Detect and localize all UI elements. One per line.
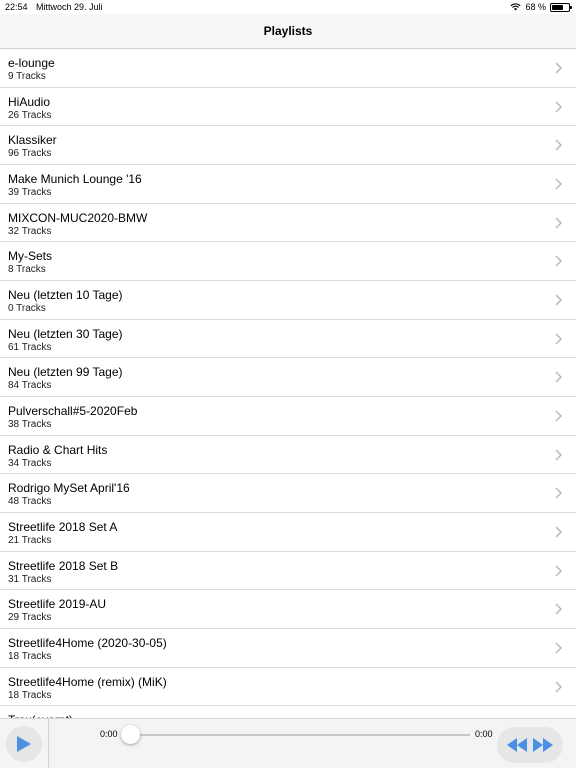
chevron-right-icon bbox=[555, 565, 562, 577]
playlist-track-count: 0 Tracks bbox=[8, 302, 46, 314]
playlist-track-count: 9 Tracks bbox=[8, 71, 46, 82]
playlist-row[interactable]: Trax(everpt) bbox=[0, 706, 576, 718]
status-bar: 22:54 Mittwoch 29. Juli 68 % bbox=[0, 0, 576, 14]
playlist-row[interactable]: Streetlife4Home (2020-30-05) 18 Tracks bbox=[0, 629, 576, 668]
playlist-name: HiAudio bbox=[8, 94, 51, 109]
elapsed-time: 0:00 bbox=[100, 729, 118, 739]
playlist-track-count: 84 Tracks bbox=[8, 380, 52, 392]
playlist-track-count: 29 Tracks bbox=[8, 612, 52, 624]
playlist-row[interactable]: Neu (letzten 30 Tage) 61 Tracks bbox=[0, 320, 576, 359]
playlist-name: Make Munich Lounge '16 bbox=[8, 171, 142, 186]
playlist-row[interactable]: Neu (letzten 99 Tage) 84 Tracks bbox=[0, 358, 576, 397]
playlist-name: Pulverschall#5-2020Feb bbox=[8, 403, 138, 418]
playlist-name: MIXCON-MUC2020-BMW bbox=[8, 210, 148, 225]
playlist-name: e-lounge bbox=[8, 56, 55, 70]
playlist-row[interactable]: My-Sets 8 Tracks bbox=[0, 242, 576, 281]
playlist-row[interactable]: Streetlife4Home (remix) (MiK) 18 Tracks bbox=[0, 668, 576, 707]
playlist-name: Streetlife4Home (2020-30-05) bbox=[8, 635, 167, 650]
status-date: Mittwoch 29. Juli bbox=[36, 2, 103, 12]
playlist-list[interactable]: e-lounge 9 Tracks HiAudio 26 Tracks Klassike… bbox=[0, 49, 576, 718]
playlist-row[interactable]: Neu (letzten 10 Tage) 0 Tracks bbox=[0, 281, 576, 320]
playlist-name: Streetlife 2018 Set A bbox=[8, 519, 118, 534]
playlist-track-count: 32 Tracks bbox=[8, 225, 52, 237]
battery-percent: 68 % bbox=[525, 2, 546, 12]
chevron-right-icon bbox=[555, 62, 562, 74]
chevron-right-icon bbox=[555, 178, 562, 190]
playlist-name: Radio & Chart Hits bbox=[8, 442, 108, 457]
playlist-name: Streetlife 2018 Set B bbox=[8, 558, 119, 573]
playlist-name: Neu (letzten 10 Tage) bbox=[8, 287, 123, 302]
playlist-row[interactable]: Make Munich Lounge '16 39 Tracks bbox=[0, 165, 576, 204]
chevron-right-icon bbox=[555, 642, 562, 654]
skip-controls bbox=[497, 727, 563, 763]
chevron-right-icon bbox=[555, 603, 562, 615]
status-right: 68 % bbox=[510, 2, 572, 12]
chevron-right-icon bbox=[555, 410, 562, 422]
status-time: 22:54 bbox=[5, 2, 28, 12]
chevron-right-icon bbox=[555, 333, 562, 345]
playlist-name: My-Sets bbox=[8, 249, 53, 264]
wifi-icon bbox=[510, 3, 522, 11]
playlist-name: Klassiker bbox=[8, 133, 57, 148]
remaining-time: 0:00 bbox=[475, 729, 493, 739]
battery-icon bbox=[550, 2, 572, 12]
playlist-track-count: 39 Tracks bbox=[8, 186, 52, 198]
player-bar: 0:00 0:00 bbox=[0, 718, 576, 768]
chevron-right-icon bbox=[555, 681, 562, 692]
playlist-row[interactable]: Radio & Chart Hits 34 Tracks bbox=[0, 436, 576, 475]
player-divider bbox=[48, 719, 49, 768]
play-button[interactable] bbox=[0, 719, 48, 768]
playlist-track-count: 48 Tracks bbox=[8, 496, 52, 508]
playlist-name: Neu (letzten 99 Tage) bbox=[8, 365, 123, 380]
playlist-row[interactable]: Pulverschall#5-2020Feb 38 Tracks bbox=[0, 397, 576, 436]
playlist-name: Streetlife4Home (remix) (MiK) bbox=[8, 674, 167, 689]
chevron-right-icon bbox=[555, 217, 562, 229]
fast-forward-icon[interactable] bbox=[532, 737, 554, 753]
playlist-track-count: 18 Tracks bbox=[8, 689, 52, 701]
playlist-name: Neu (letzten 30 Tage) bbox=[8, 326, 123, 341]
playlist-row[interactable]: Streetlife 2018 Set A 21 Tracks bbox=[0, 513, 576, 552]
play-button-circle[interactable] bbox=[6, 726, 42, 762]
playlist-track-count: 18 Tracks bbox=[8, 650, 52, 662]
chevron-right-icon bbox=[555, 101, 562, 113]
playlist-name: Streetlife 2019-AU bbox=[8, 597, 107, 612]
playlist-track-count: 38 Tracks bbox=[8, 418, 52, 430]
battery-fill bbox=[552, 4, 563, 10]
chevron-right-icon bbox=[555, 294, 562, 306]
playlist-track-count: 31 Tracks bbox=[8, 573, 52, 585]
playlist-row[interactable]: Klassiker 96 Tracks bbox=[0, 126, 576, 165]
playlist-track-count: 34 Tracks bbox=[8, 457, 52, 469]
chevron-right-icon bbox=[555, 526, 562, 538]
progress-thumb[interactable] bbox=[121, 725, 140, 744]
page-title: Playlists bbox=[263, 24, 313, 38]
status-left: 22:54 Mittwoch 29. Juli bbox=[5, 2, 109, 12]
play-icon bbox=[17, 736, 31, 752]
chevron-right-icon bbox=[555, 139, 562, 151]
rewind-icon[interactable] bbox=[506, 737, 528, 753]
chevron-right-icon bbox=[555, 255, 562, 267]
playlist-row[interactable]: Rodrigo MySet April'16 48 Tracks bbox=[0, 474, 576, 513]
progress-slider[interactable] bbox=[126, 734, 470, 736]
chevron-right-icon bbox=[555, 487, 562, 499]
playlist-name: Rodrigo MySet April'16 bbox=[8, 481, 130, 496]
playlist-row[interactable]: e-lounge 9 Tracks bbox=[0, 49, 576, 88]
playlist-track-count: 21 Tracks bbox=[8, 534, 52, 546]
playlist-track-count: 26 Tracks bbox=[8, 109, 52, 121]
chevron-right-icon bbox=[555, 371, 562, 383]
playlist-row[interactable]: MIXCON-MUC2020-BMW 32 Tracks bbox=[0, 204, 576, 243]
playlist-track-count: 8 Tracks bbox=[8, 264, 46, 276]
playlist-row[interactable]: Streetlife 2018 Set B 31 Tracks bbox=[0, 552, 576, 591]
playlist-track-count: 61 Tracks bbox=[8, 341, 52, 353]
chevron-right-icon bbox=[555, 449, 562, 461]
nav-bar: Playlists bbox=[0, 14, 576, 49]
playlist-row[interactable]: Streetlife 2019-AU 29 Tracks bbox=[0, 590, 576, 629]
playlist-row[interactable]: HiAudio 26 Tracks bbox=[0, 88, 576, 127]
playlist-track-count: 96 Tracks bbox=[8, 148, 52, 160]
